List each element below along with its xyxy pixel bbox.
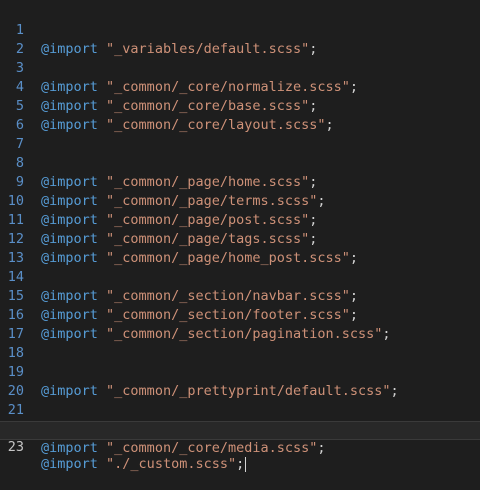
- code-line[interactable]: 5 @import "_common/_core/layout.scss";: [0, 78, 480, 133]
- code-line[interactable]: 22 @import "_common/_core/media.scss";: [0, 401, 480, 456]
- code-line[interactable]: 9 @import "_common/_page/terms.scss";: [0, 154, 480, 209]
- code-editor[interactable]: 1 @import "_variables/default.scss"; 2 3…: [0, 0, 480, 472]
- code-line[interactable]: 11 @import "_common/_page/tags.scss";: [0, 192, 480, 247]
- semicolon: ;: [236, 456, 245, 472]
- code-line[interactable]: 16 @import "_common/_section/pagination.…: [0, 287, 480, 342]
- code-line[interactable]: 13: [0, 230, 480, 266]
- current-code-line[interactable]: 23 @import "./_custom.scss";: [0, 421, 480, 472]
- import-keyword: @import: [41, 456, 98, 472]
- code-line[interactable]: 4 @import "_common/_core/base.scss";: [0, 59, 480, 114]
- code-line[interactable]: 12 @import "_common/_page/home_post.scss…: [0, 211, 480, 266]
- text-cursor: [245, 456, 247, 472]
- code-line[interactable]: 14 @import "_common/_section/navbar.scss…: [0, 249, 480, 304]
- code-line[interactable]: 6: [0, 97, 480, 133]
- code-line[interactable]: 15 @import "_common/_section/footer.scss…: [0, 268, 480, 323]
- import-path: "_common/_core/media.scss": [106, 440, 318, 456]
- code-line[interactable]: 7: [0, 116, 480, 152]
- code-line[interactable]: 18: [0, 325, 480, 361]
- code-line[interactable]: 8 @import "_common/_page/home.scss";: [0, 135, 480, 190]
- line-code: @import "./_custom.scss";: [41, 456, 247, 473]
- code-line[interactable]: 21: [0, 382, 480, 418]
- line-number: 23: [7, 439, 24, 455]
- code-line[interactable]: 20: [0, 363, 480, 399]
- import-path: "./_custom.scss": [106, 456, 237, 472]
- code-line[interactable]: 2: [0, 21, 480, 57]
- code-line[interactable]: 1 @import "_variables/default.scss";: [0, 2, 480, 57]
- code-line[interactable]: 3 @import "_common/_core/normalize.scss"…: [0, 40, 480, 95]
- code-line[interactable]: 17: [0, 306, 480, 342]
- import-keyword: @import: [41, 440, 98, 456]
- code-line[interactable]: 19 @import "_common/_prettyprint/default…: [0, 344, 480, 399]
- code-line[interactable]: 10 @import "_common/_page/post.scss";: [0, 173, 480, 228]
- semicolon: ;: [317, 440, 326, 456]
